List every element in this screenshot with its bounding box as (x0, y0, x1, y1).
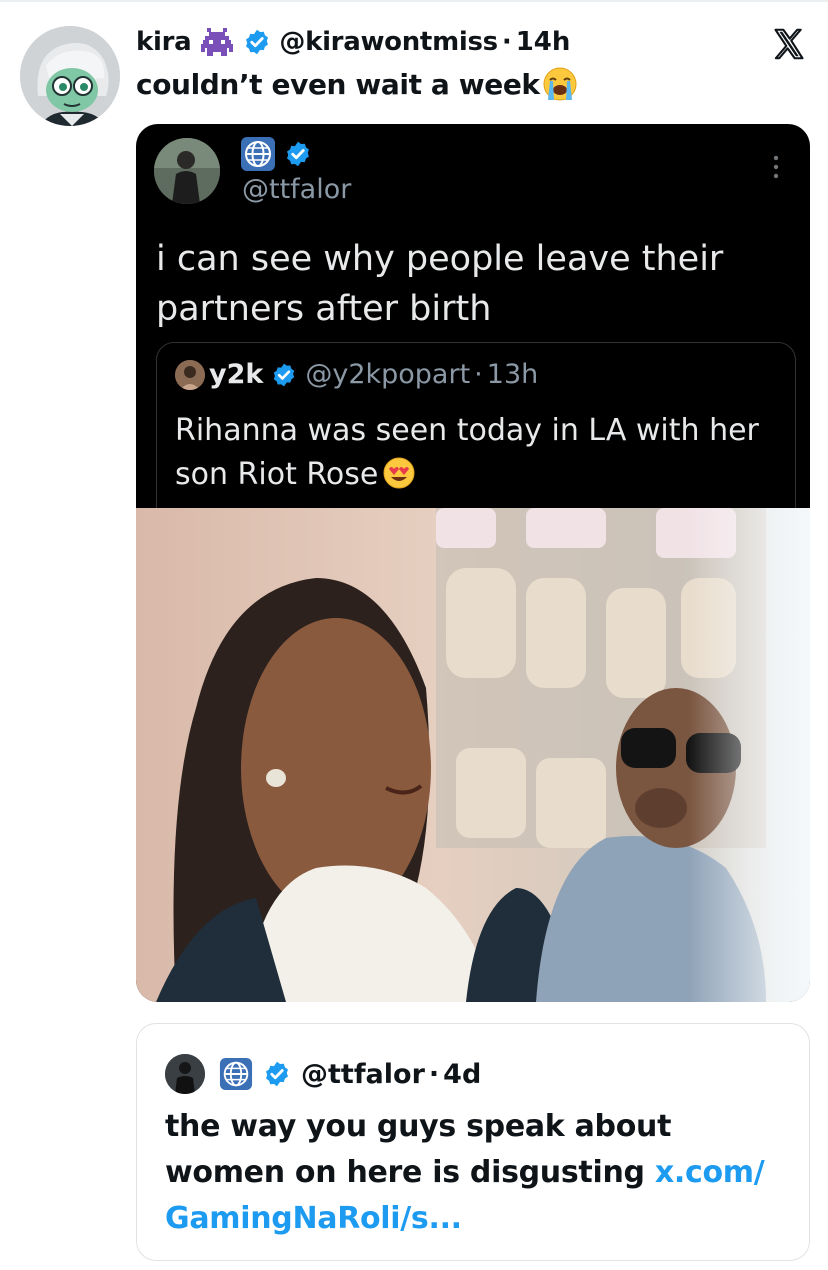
quoted-text: Rihanna was seen today in LA with her so… (175, 409, 775, 497)
quoted-tweet-card[interactable]: @ttfalor · 4d the way you guys speak abo… (136, 1023, 810, 1261)
tweet-timestamp[interactable]: 14h (516, 27, 571, 57)
screenshot-avatar (154, 138, 220, 204)
author-handle[interactable]: @kirawontmiss (279, 27, 498, 57)
quoted-avatar (175, 359, 205, 390)
card-header: @ttfalor · 4d (165, 1054, 481, 1094)
screenshot-text: i can see why people leave their partner… (156, 239, 724, 329)
quoted-header: y2k @y2kpopart · 13h (175, 359, 538, 390)
screenshot-name-icons (240, 136, 312, 176)
verified-badge-icon (263, 1060, 291, 1088)
author-name[interactable]: kira (136, 27, 192, 57)
verified-badge-icon (284, 140, 312, 172)
smiling-face-with-heart-eyes-emoji-icon (382, 456, 416, 490)
globe-icon (219, 1057, 253, 1091)
quoted-name: y2k (209, 359, 264, 390)
quoted-separator: · (474, 359, 483, 390)
tweet-header: kira @kirawontmiss · 14h (136, 24, 570, 60)
globe-icon (240, 136, 276, 176)
quoted-text-content: Rihanna was seen today in LA with her so… (175, 413, 759, 492)
card-text-content: the way you guys speak about women on he… (165, 1109, 672, 1190)
embedded-screenshot[interactable]: @ttfalor i can see why people leave thei… (136, 124, 810, 1002)
card-handle[interactable]: @ttfalor (301, 1059, 425, 1090)
card-separator: · (428, 1058, 440, 1090)
card-avatar (165, 1054, 205, 1094)
separator-dot: · (501, 27, 512, 57)
tweet-text-content: couldn’t even wait a week (136, 67, 540, 101)
screenshot-handle: @ttfalor (242, 174, 352, 205)
card-timestamp[interactable]: 4d (443, 1059, 481, 1090)
tweet-text: couldn’t even wait a week (136, 66, 578, 102)
loudly-crying-face-emoji-icon (542, 66, 578, 102)
author-avatar[interactable] (20, 26, 120, 126)
photo-rihanna-and-son (136, 508, 810, 1002)
quoted-timestamp: 13h (486, 359, 539, 390)
card-text: the way you guys speak about women on he… (165, 1104, 795, 1242)
x-logo-icon[interactable] (770, 26, 808, 62)
top-divider (0, 0, 828, 2)
quoted-handle: @y2kpopart (305, 359, 471, 390)
verified-badge-icon (243, 28, 271, 56)
alien-monster-emoji-icon (201, 28, 234, 56)
more-options-icon (772, 154, 780, 180)
verified-badge-icon (271, 362, 297, 388)
